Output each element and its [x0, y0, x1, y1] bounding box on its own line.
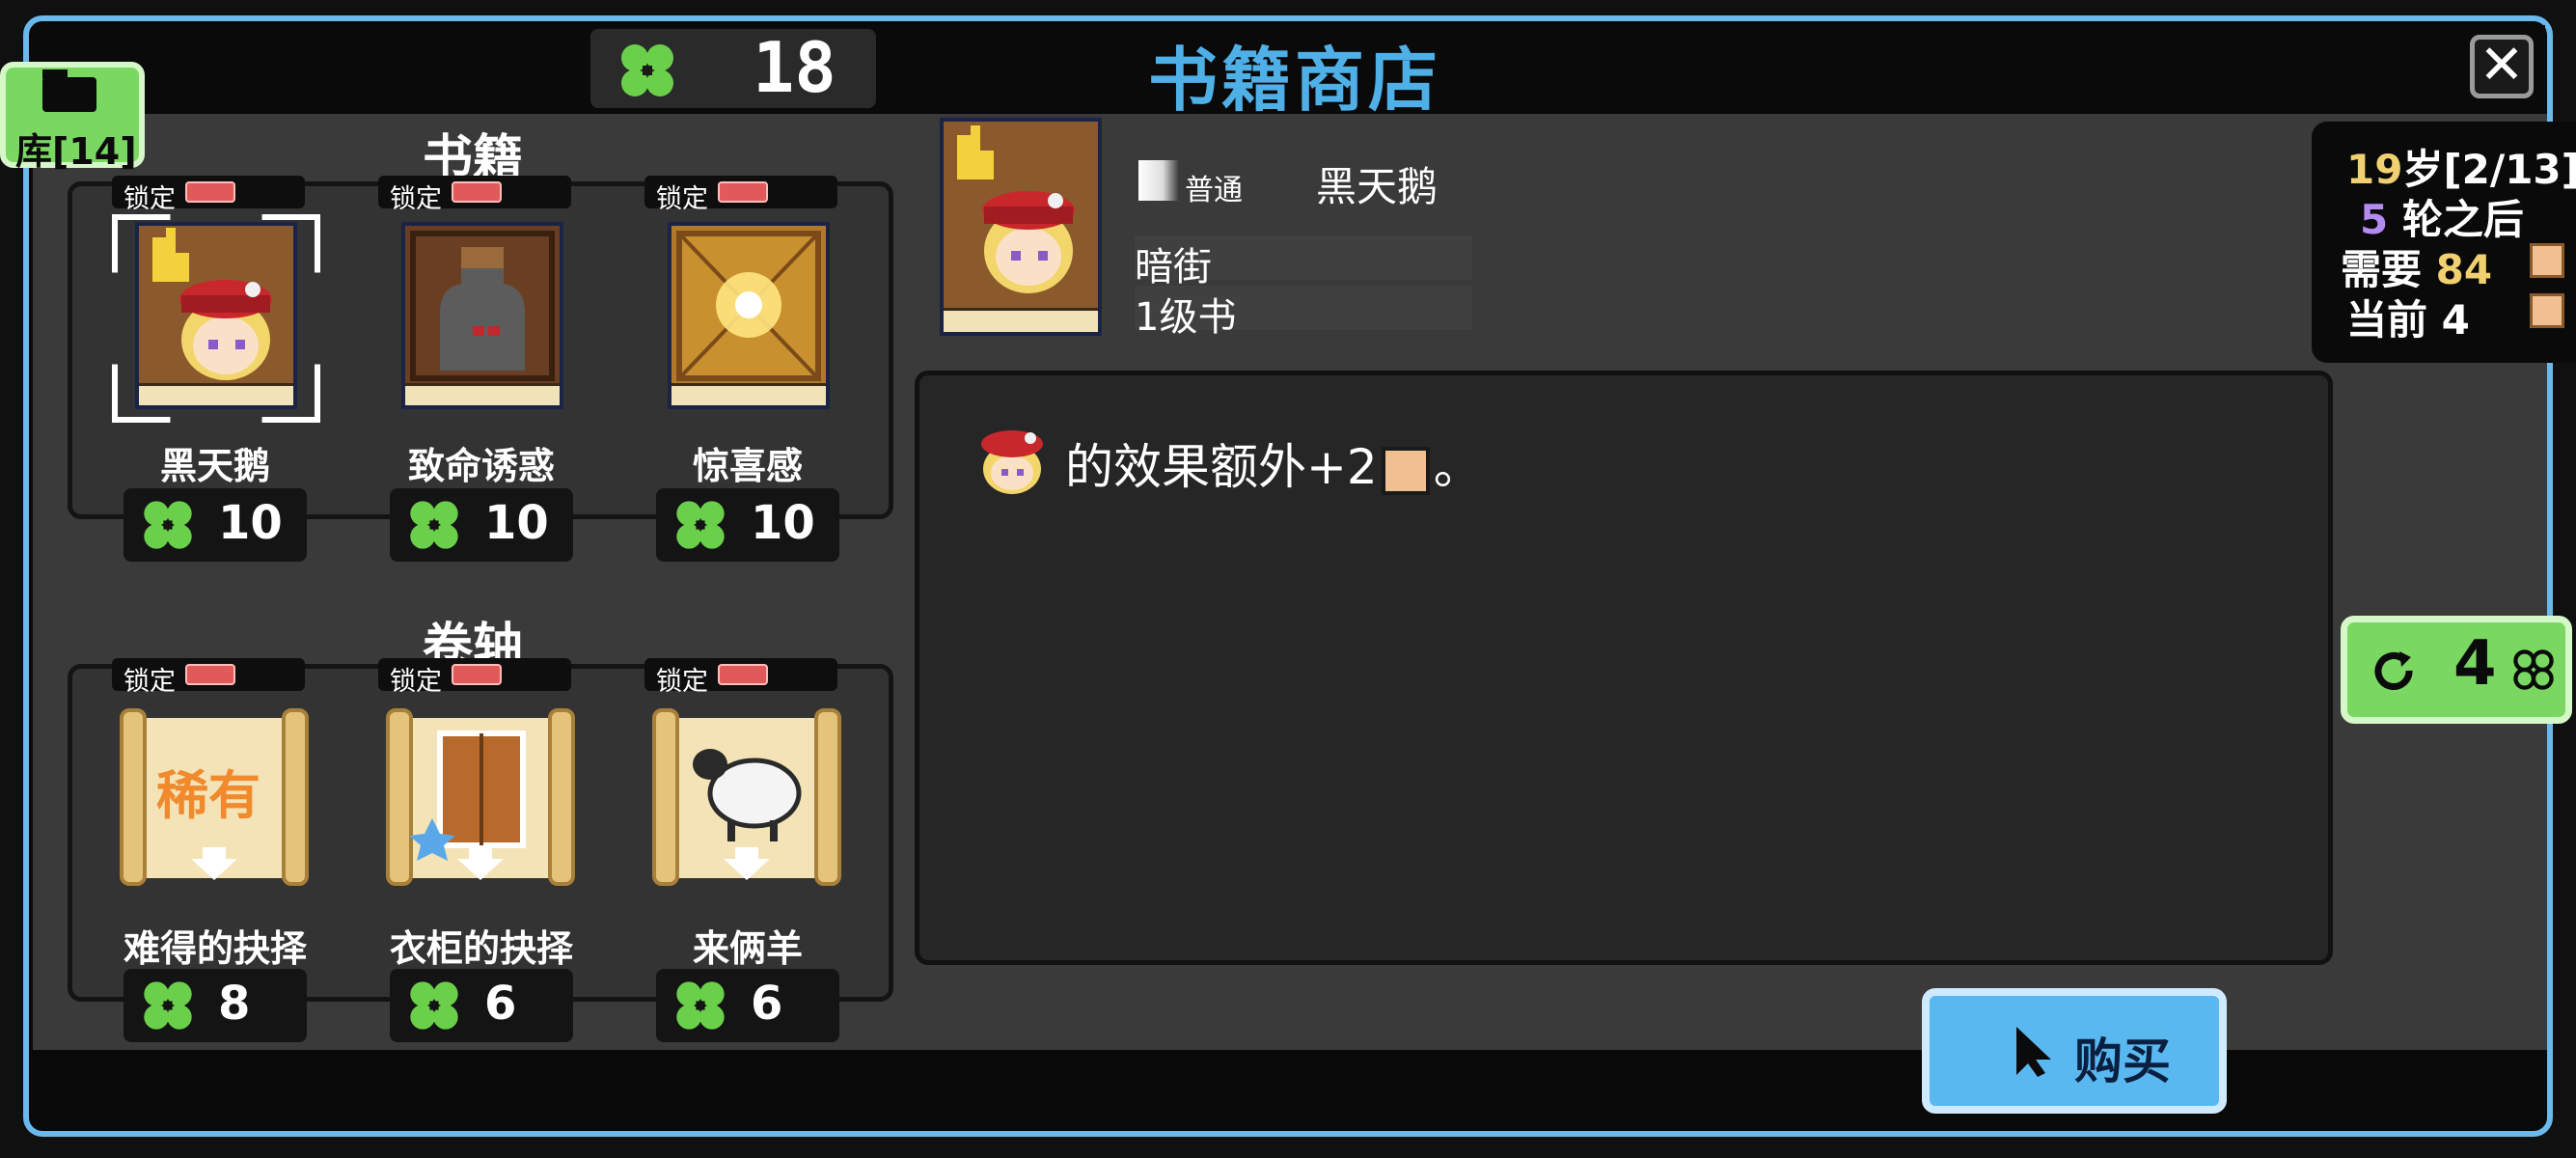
lock-switch	[185, 181, 235, 203]
lock-label: 锁定	[390, 184, 442, 214]
book-card-surprise[interactable]	[668, 222, 830, 409]
clover-icon	[676, 501, 725, 549]
age-rest: 岁[2/13]	[2402, 146, 2576, 193]
lock-switch	[185, 664, 235, 685]
reroll-count: 4	[2453, 628, 2497, 700]
close-icon: ✕	[2479, 34, 2525, 96]
lock-toggle[interactable]: 锁定	[644, 658, 837, 697]
currency-amount: 18	[753, 27, 836, 108]
lock-switch	[452, 181, 502, 203]
price-value: 10	[218, 496, 283, 550]
rounds-number: 5	[2360, 196, 2389, 243]
description-prefix: 的效果额外+2	[1065, 439, 1378, 495]
clover-icon	[676, 981, 725, 1030]
lock-switch	[718, 664, 768, 685]
price-value: 6	[484, 977, 517, 1031]
surprise-cover-icon	[676, 231, 821, 381]
lock-toggle[interactable]: 锁定	[112, 176, 305, 214]
item-name: 致命诱惑	[407, 445, 555, 487]
lock-label: 锁定	[123, 667, 176, 697]
library-label: 库[14]	[15, 130, 137, 173]
rare-badge: 稀有	[156, 765, 260, 826]
book-card-black-swan[interactable]	[135, 222, 297, 409]
detail-item-name: 黑天鹅	[1316, 163, 1439, 210]
price-tag: 10	[656, 488, 839, 562]
close-button[interactable]: ✕	[2470, 35, 2534, 98]
level-row: 1级书	[1135, 286, 1472, 340]
book-pages	[405, 383, 560, 405]
black-swan-portrait-icon	[957, 125, 1075, 293]
lock-switch	[718, 181, 768, 203]
rounds-rest: 轮之后	[2388, 196, 2524, 243]
fatal-temptation-cover-icon	[410, 231, 555, 381]
reroll-button[interactable]: 4	[2341, 616, 2572, 724]
lock-toggle[interactable]: 锁定	[378, 176, 571, 214]
coin-icon	[1381, 446, 1430, 495]
price-value: 6	[751, 977, 783, 1031]
item-name: 来俩羊	[692, 927, 803, 970]
coin-icon	[2530, 243, 2564, 278]
item-name: 难得的抉择	[123, 927, 307, 970]
library-tab[interactable]: 库[14]	[0, 62, 145, 173]
price-tag: 6	[656, 969, 839, 1042]
category-row: 暗街	[1135, 235, 1472, 290]
item-name: 衣柜的抉择	[389, 927, 573, 970]
price-tag: 8	[123, 969, 307, 1042]
category-label: 暗街	[1135, 245, 1212, 290]
age-number: 19	[2346, 146, 2403, 193]
scroll-card-two-sheep[interactable]	[650, 704, 843, 897]
sheep-scroll-icon	[652, 708, 841, 886]
scroll-card-rare-choice[interactable]: 稀有	[118, 704, 311, 897]
folder-icon	[42, 69, 96, 112]
lock-label: 锁定	[656, 184, 708, 214]
book-card-fatal-temptation[interactable]	[401, 222, 563, 409]
lock-switch	[452, 664, 502, 685]
lock-label: 锁定	[123, 184, 176, 214]
price-value: 10	[751, 496, 815, 550]
book-pages	[139, 383, 293, 405]
buy-button[interactable]: 购买	[1922, 988, 2227, 1114]
wardrobe-scroll-icon	[386, 708, 575, 886]
black-swan-mini-icon	[981, 430, 1043, 494]
book-pages	[944, 308, 1098, 332]
lock-toggle[interactable]: 锁定	[378, 658, 571, 697]
lock-toggle[interactable]: 锁定	[644, 176, 837, 214]
buy-label: 购买	[2074, 1034, 2171, 1089]
refresh-icon	[2374, 651, 2413, 690]
info-panel: 19岁[2/13] 5 轮之后 需要 84 当前 4	[2312, 122, 2576, 363]
price-value: 8	[218, 977, 251, 1031]
detail-book-cover	[940, 118, 1102, 336]
clover-icon	[144, 501, 192, 549]
book-pages	[671, 383, 826, 405]
item-name: 惊喜感	[692, 445, 803, 487]
need-label: 需要	[2341, 246, 2436, 293]
cursor-icon	[2016, 1027, 2051, 1077]
price-tag: 10	[390, 488, 573, 562]
shop-title: 书籍商店	[1148, 40, 1442, 121]
scroll-card-wardrobe-choice[interactable]	[384, 704, 577, 897]
price-value: 10	[484, 496, 549, 550]
need-value: 84	[2435, 246, 2493, 293]
price-tag: 6	[390, 969, 573, 1042]
lock-label: 锁定	[390, 667, 442, 697]
rarity-swatch	[1138, 160, 1179, 201]
level-label: 1级书	[1135, 295, 1237, 340]
lock-label: 锁定	[656, 667, 708, 697]
clover-icon	[2513, 649, 2554, 690]
price-tag: 10	[123, 488, 307, 562]
current-line: 当前 4	[2346, 296, 2470, 344]
clover-icon	[410, 981, 458, 1030]
lock-toggle[interactable]: 锁定	[112, 658, 305, 697]
clover-icon	[144, 981, 192, 1030]
description-suffix: 。	[1433, 439, 1482, 495]
clover-icon	[621, 44, 673, 96]
description-text: 的效果额外+2 。	[1065, 428, 1482, 498]
clover-icon	[410, 501, 458, 549]
black-swan-portrait-icon	[152, 228, 272, 380]
coin-icon	[2530, 293, 2564, 328]
rarity-label: 普通	[1185, 174, 1243, 207]
item-name: 黑天鹅	[159, 445, 270, 487]
